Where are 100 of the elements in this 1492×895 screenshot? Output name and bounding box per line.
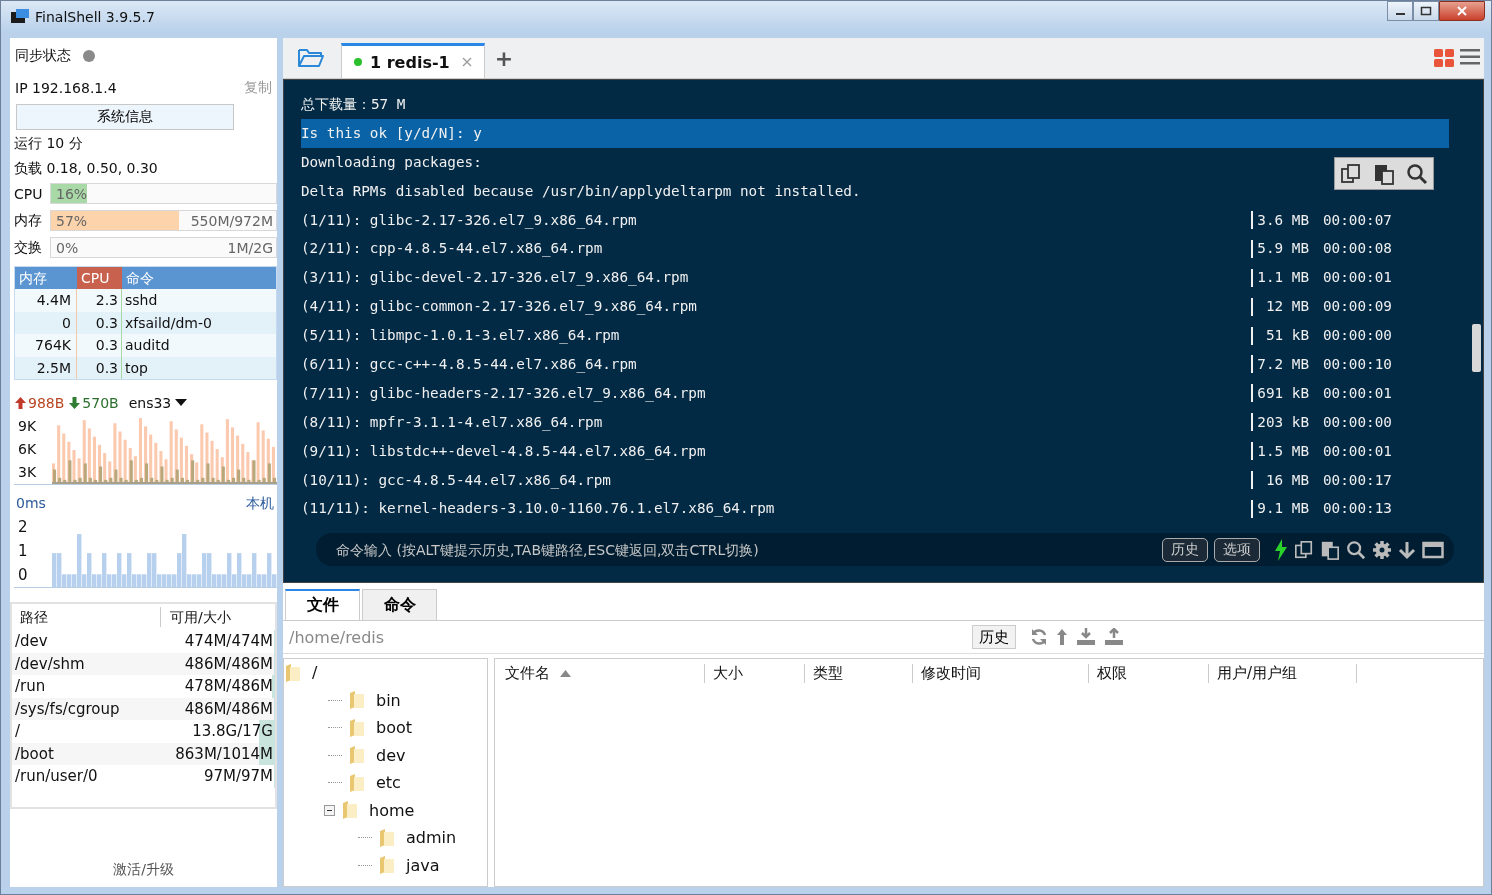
paste-icon[interactable] — [1320, 539, 1340, 560]
terminal-line: (8/11): mpfr-3.1.1-4.el7.x86_64.rpm — [301, 412, 604, 433]
axis-label: 1 — [18, 542, 29, 560]
settings-icon[interactable] — [1372, 539, 1392, 560]
column-separator — [1251, 355, 1253, 374]
download-arrow-icon — [69, 397, 81, 409]
column-header[interactable]: 权限 — [1097, 663, 1209, 683]
menu-icon[interactable] — [1460, 49, 1480, 65]
column-separator — [1251, 268, 1253, 287]
meter-label: 交换 — [14, 238, 43, 257]
tree-item[interactable]: java — [406, 855, 440, 875]
system-info-button[interactable]: 系统信息 — [16, 104, 234, 130]
column-header[interactable]: 类型 — [813, 663, 913, 683]
terminal-line: (9/11): libstdc++-devel-4.8.5-44.el7.x86_64.rpm — [301, 441, 707, 462]
table-cell: 2.5M — [15, 356, 77, 379]
table-cell: 2.3 — [77, 289, 122, 312]
tree-item[interactable]: bin — [376, 690, 401, 710]
upload-icon[interactable] — [1104, 628, 1124, 646]
download-speed: 570B — [82, 395, 119, 411]
host-label: 本机 — [246, 495, 274, 513]
download-size: 7.2 MB — [1256, 355, 1309, 374]
close-button[interactable] — [1439, 1, 1485, 21]
lightning-icon[interactable] — [1274, 538, 1288, 561]
terminal-line: (5/11): libmpc-1.0.1-3.el7.x86_64.rpm — [301, 326, 621, 346]
axis-label: 2 — [18, 518, 29, 536]
up-arrow-icon[interactable] — [1056, 628, 1068, 646]
download-icon[interactable] — [1076, 628, 1096, 646]
uptime-text: 运行 10 分 — [13, 134, 84, 153]
command-bar-button[interactable]: 选项 — [1214, 537, 1260, 562]
download-time: 00:00:01 — [1323, 383, 1392, 403]
download-size: 5.9 MB — [1256, 239, 1309, 259]
refresh-icon[interactable] — [1030, 628, 1048, 646]
command-input[interactable]: 命令输入 (按ALT键提示历史,TAB键路径,ESC键返回,双击CTRL切换) 历史 选项 — [316, 533, 1454, 566]
interface-selector[interactable]: ens33 — [128, 395, 172, 411]
folder-icon[interactable] — [297, 46, 325, 68]
download-size: 1.1 MB — [1256, 268, 1309, 288]
download-time: 00:00:07 — [1323, 210, 1392, 230]
meter-usage: 1M/2G — [227, 239, 274, 256]
panel-tab[interactable]: 命令 — [362, 589, 437, 620]
window-icon[interactable] — [1422, 540, 1444, 559]
download-size: 16 MB — [1264, 470, 1309, 490]
down-arrow-icon[interactable] — [1398, 539, 1416, 560]
collapse-icon[interactable] — [324, 804, 335, 816]
column-header[interactable]: 用户/用户组 — [1217, 663, 1357, 683]
download-time: 00:00:08 — [1323, 239, 1392, 259]
command-bar-button[interactable]: 历史 — [1162, 537, 1208, 562]
tree-item[interactable]: home — [369, 800, 415, 820]
column-separator — [1251, 499, 1253, 518]
search-icon[interactable] — [1346, 539, 1366, 560]
column-header[interactable]: 文件名 — [505, 663, 705, 683]
tree-item[interactable]: dev — [376, 745, 406, 765]
path-field[interactable]: /home/redis — [283, 627, 964, 647]
history-button[interactable]: 历史 — [972, 625, 1016, 649]
table-cell-text: sshd — [124, 291, 159, 310]
column-header[interactable]: 路径 — [12, 607, 161, 627]
disk-path: /dev — [15, 631, 48, 652]
search-icon[interactable] — [1405, 162, 1428, 185]
new-tab-button[interactable]: + — [488, 45, 520, 72]
download-size: 1.5 MB — [1256, 441, 1309, 461]
column-separator — [1251, 239, 1253, 258]
load-average-text: 负载 0.18, 0.50, 0.30 — [13, 159, 159, 178]
download-size: 203 kB — [1256, 412, 1309, 432]
tab-label: 1 redis-1 — [370, 52, 450, 72]
activate-link[interactable]: 激活/升级 — [113, 861, 174, 877]
session-tab[interactable]: 1 redis-1 — [341, 43, 485, 78]
folder-icon — [378, 855, 396, 876]
column-separator — [1251, 297, 1253, 316]
tree-item[interactable]: / — [312, 663, 318, 683]
caret-icon[interactable] — [175, 399, 188, 407]
disk-size: 486M/486M — [184, 653, 273, 675]
column-header[interactable]: 修改时间 — [921, 663, 1089, 683]
tree-item[interactable]: boot — [376, 718, 412, 738]
paste-icon[interactable] — [1373, 162, 1395, 185]
disk-path: /run — [15, 676, 46, 697]
download-size: 9.1 MB — [1256, 499, 1309, 519]
column-header[interactable]: 大小 — [713, 663, 805, 683]
column-header[interactable]: CPU — [77, 267, 122, 289]
folder-icon — [348, 745, 366, 766]
copy-icon[interactable] — [1340, 162, 1363, 185]
table-cell: 0 — [15, 311, 77, 334]
tree-item[interactable]: admin — [406, 828, 457, 848]
sync-status-label: 同步状态 — [15, 47, 71, 65]
maximize-button[interactable] — [1413, 1, 1439, 21]
column-separator — [1251, 384, 1253, 403]
column-header[interactable]: 可用/大小 — [161, 604, 231, 630]
tree-item[interactable]: etc — [376, 773, 401, 793]
close-icon — [1456, 6, 1468, 16]
copy-icon[interactable] — [1294, 539, 1314, 560]
table-cell: 0.3 — [77, 334, 122, 357]
panel-tab[interactable]: 文件 — [285, 589, 360, 620]
folder-icon — [378, 827, 396, 848]
disk-size: 13.8G/17G — [192, 721, 273, 742]
meter-percent: 57% — [55, 212, 88, 229]
column-separator — [1251, 471, 1253, 489]
download-time: 00:00:01 — [1323, 268, 1392, 288]
minimize-button[interactable] — [1387, 1, 1413, 21]
axis-label: 6K — [18, 441, 38, 457]
layout-grid-icon[interactable] — [1434, 49, 1454, 67]
close-icon[interactable] — [461, 57, 472, 67]
scrollbar-thumb[interactable] — [1472, 324, 1481, 372]
